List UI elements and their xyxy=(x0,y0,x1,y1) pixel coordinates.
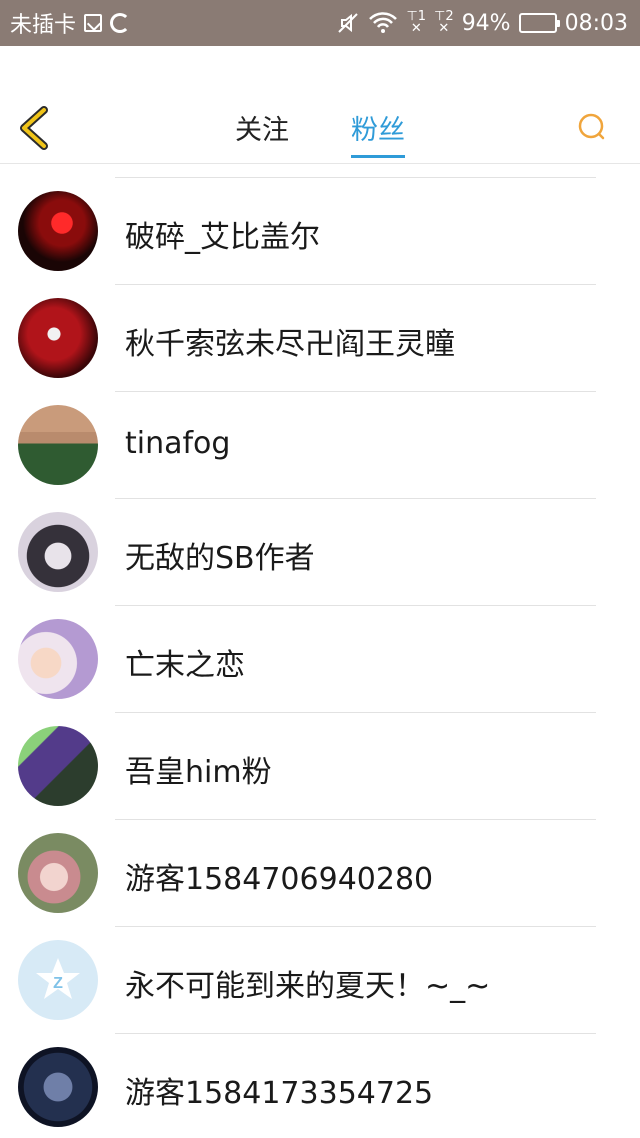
battery-percent: 94% xyxy=(461,10,511,36)
sim-card-icon xyxy=(84,14,103,32)
fan-name: 游客1584173354725 xyxy=(125,1076,434,1111)
fan-name: tinafog xyxy=(125,426,231,461)
battery-icon xyxy=(518,13,560,33)
header: 关注 粉丝 xyxy=(0,46,640,164)
search-icon xyxy=(578,113,605,140)
signal-1-icon: ⊤1 ✕ xyxy=(406,9,427,36)
avatar[interactable] xyxy=(18,405,98,485)
status-bar-left: 未插卡 xyxy=(10,7,131,39)
status-bar: 未插卡 ⊤1 ✕ ⊤2 ✕ 94% 08:03 xyxy=(0,0,640,46)
fan-row[interactable]: 亡末之恋 xyxy=(0,606,640,713)
fans-list: 破碎_艾比盖尔 秋千索弦未尽卍阎王灵瞳 tinafog 无敌的SB作者 亡末之恋… xyxy=(0,165,640,1138)
fan-name: 破碎_艾比盖尔 xyxy=(125,220,320,255)
sync-icon xyxy=(110,13,131,33)
tab-bar: 关注 粉丝 xyxy=(0,108,640,158)
fan-row[interactable]: tinafog xyxy=(0,392,640,499)
avatar[interactable] xyxy=(18,1047,98,1127)
mute-icon xyxy=(336,11,360,35)
fan-row[interactable]: 破碎_艾比盖尔 xyxy=(0,178,640,285)
fan-row[interactable]: 游客1584706940280 xyxy=(0,820,640,927)
avatar[interactable] xyxy=(18,512,98,592)
search-button[interactable] xyxy=(574,110,610,146)
avatar[interactable] xyxy=(18,833,98,913)
tab-fans[interactable]: 粉丝 xyxy=(351,108,405,158)
signal-2-icon: ⊤2 ✕ xyxy=(434,9,454,36)
fan-name: 亡末之恋 xyxy=(125,648,245,683)
fan-row[interactable]: 吾皇him粉 xyxy=(0,713,640,820)
wifi-icon xyxy=(368,12,398,34)
default-avatar-star-icon: Z xyxy=(36,958,80,999)
fan-name: 无敌的SB作者 xyxy=(125,541,315,576)
status-bar-right: ⊤1 ✕ ⊤2 ✕ 94% 08:03 xyxy=(336,9,628,36)
avatar[interactable] xyxy=(18,298,98,378)
svg-text:Z: Z xyxy=(53,975,63,992)
fan-name: 游客1584706940280 xyxy=(125,862,434,897)
tab-following[interactable]: 关注 xyxy=(235,108,289,158)
carrier-label: 未插卡 xyxy=(10,13,77,38)
fan-name: 吾皇him粉 xyxy=(125,755,272,790)
fan-row[interactable]: 游客1584173354725 xyxy=(0,1034,640,1138)
avatar[interactable]: Z xyxy=(18,940,98,1020)
fan-row[interactable]: 秋千索弦未尽卍阎王灵瞳 xyxy=(0,285,640,392)
avatar[interactable] xyxy=(18,619,98,699)
fan-name: 秋千索弦未尽卍阎王灵瞳 xyxy=(125,327,455,362)
fan-row[interactable]: Z 永不可能到来的夏天！~_~ xyxy=(0,927,640,1034)
fan-name: 永不可能到来的夏天！~_~ xyxy=(125,969,491,1004)
fan-row[interactable]: 无敌的SB作者 xyxy=(0,499,640,606)
avatar[interactable] xyxy=(18,191,98,271)
clock: 08:03 xyxy=(564,10,628,36)
avatar[interactable] xyxy=(18,726,98,806)
